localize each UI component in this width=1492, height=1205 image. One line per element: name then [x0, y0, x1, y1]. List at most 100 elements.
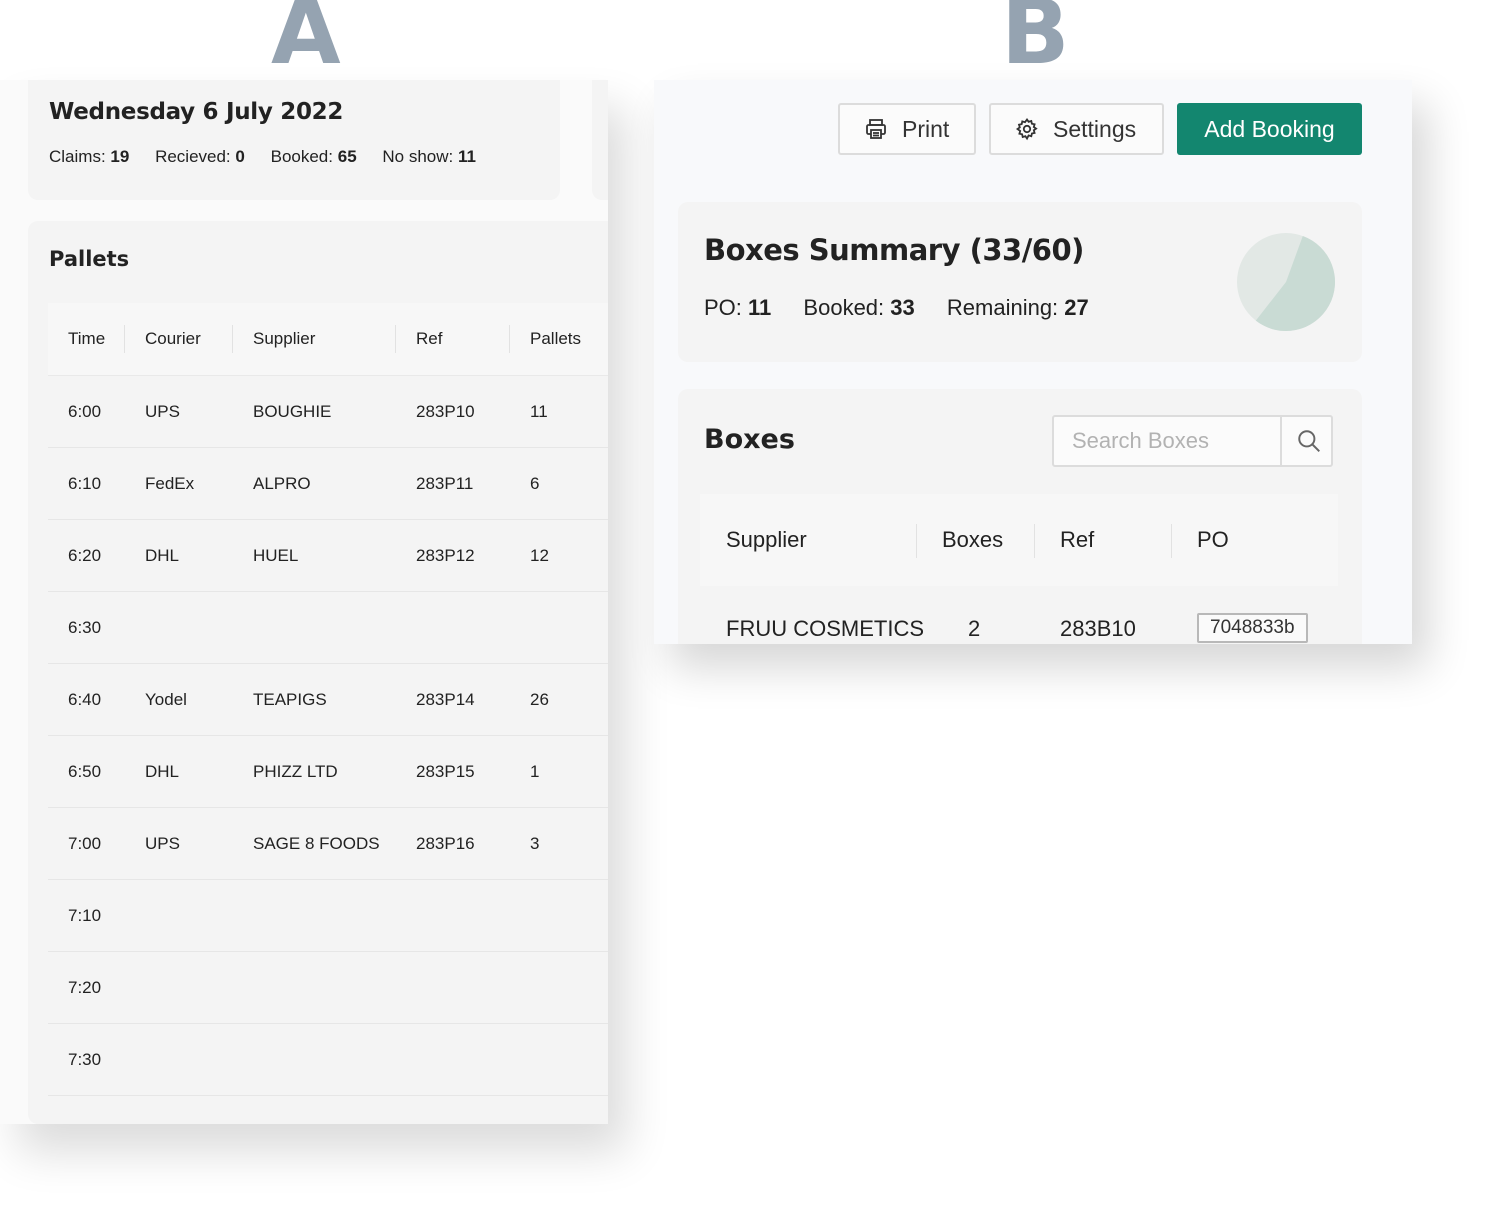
- summary-stats: PO: 11 Booked: 33 Remaining: 27: [704, 295, 1115, 321]
- column-header-supplier[interactable]: Supplier: [726, 494, 807, 586]
- next-day-card[interactable]: [592, 80, 608, 200]
- boxes-pie-chart: [1237, 233, 1336, 332]
- settings-label: Settings: [1053, 115, 1137, 142]
- supplier-cell: BOUGHIE: [253, 401, 332, 421]
- stat-label: Booked:: [803, 295, 885, 320]
- pallets-table: Time Courier Supplier Ref Pallets 6:00 UP…: [48, 303, 608, 1096]
- day-summary-card: Wednesday 6 July 2022 Claims: 19 Recieve…: [28, 80, 560, 200]
- table-row[interactable]: 6:50 DHL PHIZZ LTD 283P15 1: [48, 736, 608, 808]
- time-cell: 6:40: [68, 689, 102, 709]
- po-badge[interactable]: 7048833b: [1197, 613, 1308, 643]
- supplier-cell: HUEL: [253, 545, 299, 565]
- panel-a-bookings-day: Wednesday 6 July 2022 Claims: 19 Recieve…: [0, 80, 608, 1124]
- ref-cell: 283P11: [416, 473, 474, 493]
- boxes-table: Supplier Boxes Ref PO FRUU COSMETICS 2 283…: [700, 494, 1338, 644]
- column-header-ref[interactable]: Ref: [1060, 494, 1094, 586]
- table-row[interactable]: 7:30: [48, 1024, 608, 1096]
- courier-cell: DHL: [145, 761, 180, 781]
- stat-value: 0: [235, 147, 245, 166]
- pallets-cell: 6: [530, 473, 540, 493]
- stat-label: Booked:: [270, 147, 333, 166]
- pallets-cell: 3: [530, 833, 540, 853]
- panel-b-boxes: Print Settings Add Booking Boxes Summary…: [654, 80, 1412, 644]
- stat-label: Claims:: [49, 147, 106, 166]
- pallets-cell: 12: [530, 545, 549, 565]
- supplier-cell: TEAPIGS: [253, 689, 327, 709]
- supplier-cell: ALPRO: [253, 473, 311, 493]
- remaining-stat: Remaining: 27: [947, 295, 1089, 320]
- table-row[interactable]: 7:00 UPS SAGE 8 FOODS 283P16 3: [48, 808, 608, 880]
- boxes-cell: 2: [968, 616, 981, 641]
- table-row[interactable]: 7:20: [48, 952, 608, 1024]
- column-header-time[interactable]: Time: [68, 303, 105, 375]
- column-header-ref[interactable]: Ref: [416, 303, 442, 375]
- claims-stat: Claims: 19: [49, 147, 129, 166]
- stat-label: No show:: [382, 147, 454, 166]
- pallets-table-header: Time Courier Supplier Ref Pallets: [48, 303, 608, 376]
- boxes-table-body: FRUU COSMETICS 2 283B10 7048833b: [700, 586, 1338, 644]
- print-button[interactable]: Print: [838, 103, 976, 155]
- magnifier-icon: [1297, 430, 1320, 452]
- time-cell: 6:50: [68, 761, 102, 781]
- add-booking-button[interactable]: Add Booking: [1177, 103, 1362, 155]
- time-cell: 7:10: [68, 905, 102, 925]
- stat-label: Remaining:: [946, 295, 1059, 320]
- received-stat: Recieved: 0: [155, 147, 245, 166]
- supplier-cell: FRUU COSMETICS: [726, 616, 924, 641]
- supplier-cell: PHIZZ LTD: [253, 761, 338, 781]
- print-label: Print: [902, 115, 950, 142]
- pallets-cell: 26: [530, 689, 549, 709]
- ref-cell: 283P16: [416, 833, 475, 853]
- search-button[interactable]: [1280, 417, 1335, 465]
- day-stats: Claims: 19 Recieved: 0 Booked: 65 No sho…: [49, 147, 497, 167]
- column-header-pallets[interactable]: Pallets: [530, 303, 581, 375]
- settings-button[interactable]: Settings: [989, 103, 1164, 155]
- time-cell: 7:30: [68, 1049, 102, 1069]
- time-cell: 7:20: [68, 977, 102, 997]
- panel-b-label: B: [1001, 0, 1070, 85]
- stat-value: 65: [337, 147, 357, 166]
- ref-cell: 283P14: [416, 689, 475, 709]
- pallets-card: Pallets Time Courier Supplier Ref Pallet…: [28, 221, 608, 1124]
- table-row[interactable]: 6:10 FedEx ALPRO 283P11 6: [48, 448, 608, 520]
- pallets-title: Pallets: [49, 247, 130, 271]
- time-cell: 6:30: [68, 617, 102, 637]
- ref-cell: 283P10: [416, 401, 475, 421]
- ref-cell: 283P12: [416, 545, 475, 565]
- po-cell: 7048833b: [1197, 613, 1308, 643]
- summary-title: Boxes Summary (33/60): [704, 233, 1084, 267]
- time-cell: 6:00: [68, 401, 102, 421]
- stat-label: PO:: [704, 295, 742, 320]
- courier-cell: DHL: [145, 545, 180, 565]
- stat-value: 19: [110, 147, 130, 166]
- courier-cell: UPS: [145, 833, 180, 853]
- pallets-table-body: 6:00 UPS BOUGHIE 283P10 11 6:10 FedEx ALPRO 283P…: [48, 376, 608, 1096]
- courier-cell: Yodel: [145, 689, 187, 709]
- boxes-table-header: Supplier Boxes Ref PO: [700, 494, 1338, 586]
- day-title: Wednesday 6 July 2022: [49, 99, 344, 125]
- stat-value: 11: [748, 295, 772, 320]
- table-row[interactable]: 6:30: [48, 592, 608, 664]
- search-input[interactable]: [1054, 417, 1280, 465]
- time-cell: 6:10: [68, 473, 102, 493]
- table-row[interactable]: 6:20 DHL HUEL 283P12 12: [48, 520, 608, 592]
- no-show-stat: No show: 11: [382, 147, 476, 166]
- stat-value: 33: [890, 295, 915, 320]
- column-header-courier[interactable]: Courier: [145, 303, 201, 375]
- supplier-cell: SAGE 8 FOODS: [253, 833, 380, 853]
- courier-cell: FedEx: [145, 473, 195, 493]
- courier-cell: UPS: [145, 401, 180, 421]
- column-header-supplier[interactable]: Supplier: [253, 303, 315, 375]
- gear-icon: [1015, 117, 1038, 141]
- table-row[interactable]: 7:10: [48, 880, 608, 952]
- column-header-boxes[interactable]: Boxes: [942, 494, 1003, 586]
- column-header-po[interactable]: PO: [1197, 494, 1229, 586]
- table-row[interactable]: 6:40 Yodel TEAPIGS 283P14 26: [48, 664, 608, 736]
- boxes-card: Boxes Supplier Boxes Ref PO FRUU COSMETI…: [678, 389, 1362, 644]
- boxes-summary-card: Boxes Summary (33/60) PO: 11 Booked: 33 …: [678, 202, 1362, 362]
- stat-value: 27: [1064, 295, 1089, 320]
- po-stat: PO: 11: [704, 295, 771, 320]
- table-row[interactable]: 6:00 UPS BOUGHIE 283P10 11: [48, 376, 608, 448]
- table-row[interactable]: FRUU COSMETICS 2 283B10 7048833b: [700, 586, 1338, 644]
- ref-cell: 283P15: [416, 761, 475, 781]
